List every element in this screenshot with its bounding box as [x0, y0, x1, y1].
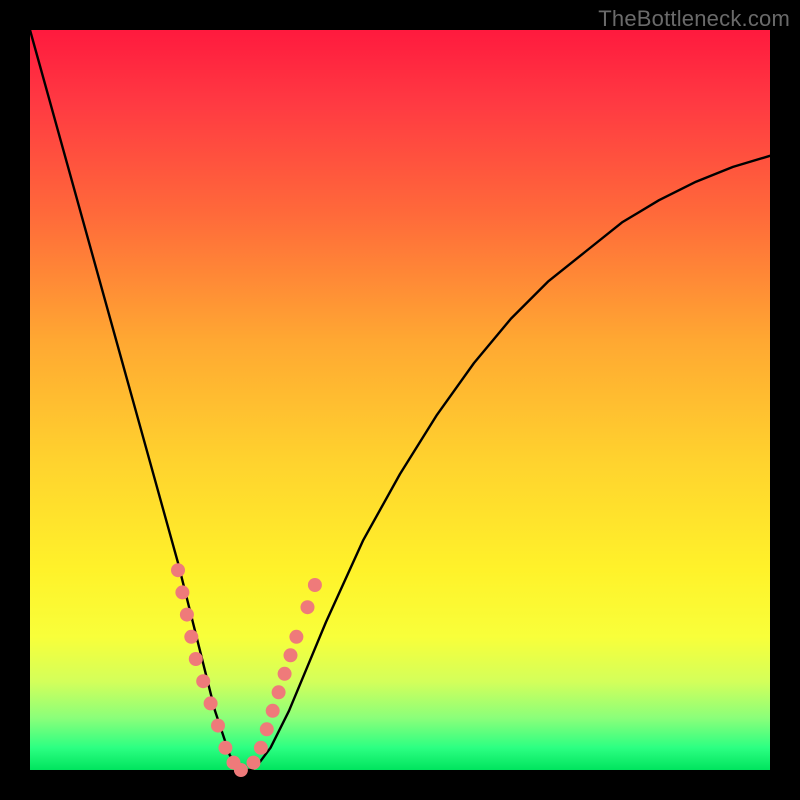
curve-marker: [175, 585, 189, 599]
curve-marker: [301, 600, 315, 614]
curve-marker: [211, 719, 225, 733]
curve-marker: [234, 763, 248, 777]
chart-svg: [30, 30, 770, 770]
curve-marker: [218, 741, 232, 755]
curve-marker: [184, 630, 198, 644]
curve-marker: [204, 696, 218, 710]
curve-marker: [254, 741, 268, 755]
watermark-text: TheBottleneck.com: [598, 6, 790, 32]
curve-marker: [180, 608, 194, 622]
curve-marker: [284, 648, 298, 662]
chart-frame: TheBottleneck.com: [0, 0, 800, 800]
curve-markers: [171, 563, 322, 777]
bottleneck-curve: [30, 30, 770, 770]
curve-marker: [278, 667, 292, 681]
chart-plot-area: [30, 30, 770, 770]
curve-marker: [272, 685, 286, 699]
curve-marker: [308, 578, 322, 592]
curve-marker: [260, 722, 274, 736]
curve-marker: [189, 652, 203, 666]
curve-marker: [266, 704, 280, 718]
curve-marker: [289, 630, 303, 644]
curve-marker: [247, 756, 261, 770]
curve-marker: [196, 674, 210, 688]
curve-marker: [171, 563, 185, 577]
